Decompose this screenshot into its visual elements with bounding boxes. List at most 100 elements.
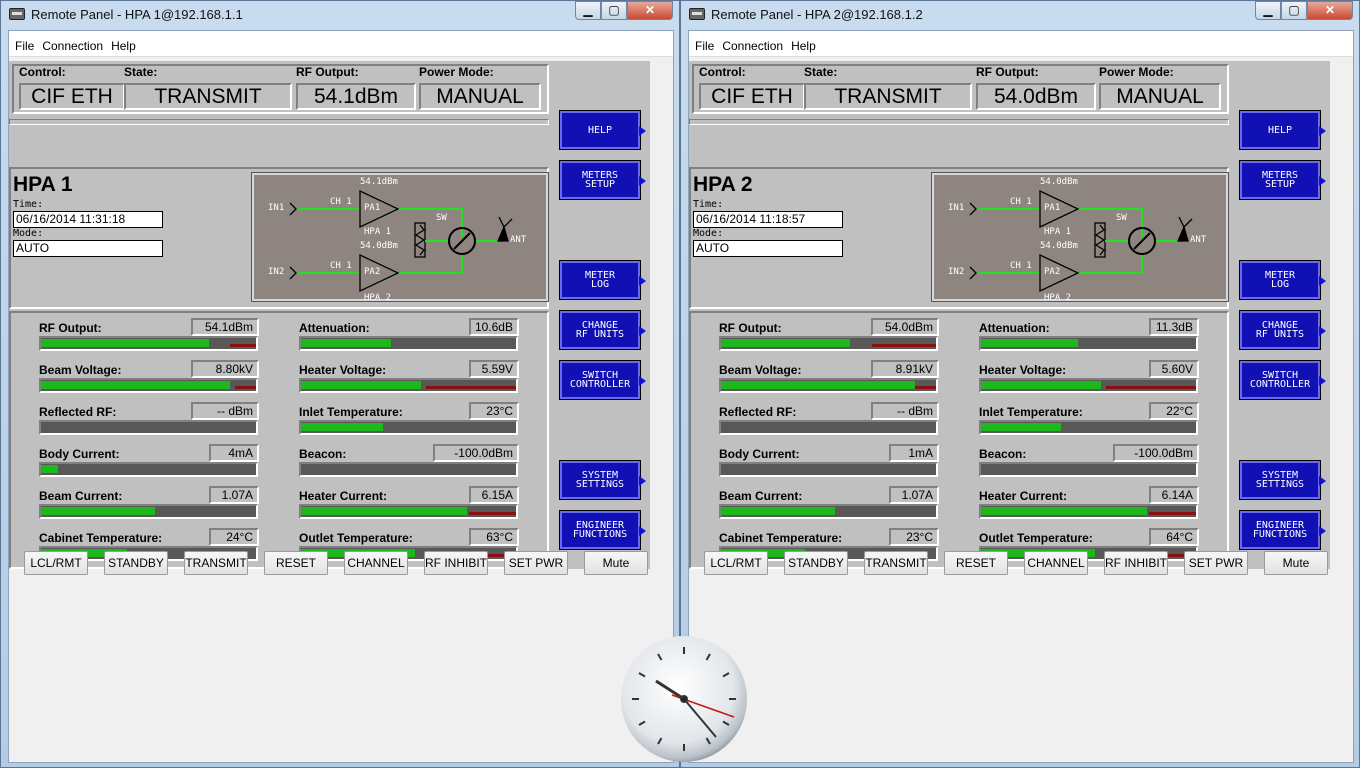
switch-controller-button[interactable]: SWITCH CONTROLLER: [559, 360, 646, 400]
meter-bar-fill: [301, 507, 467, 515]
meter-label: Reflected RF:: [719, 405, 797, 419]
minimize-button[interactable]: ▁: [1255, 1, 1281, 20]
meter-bar: [299, 504, 518, 519]
diagram-label-ch2: CH 1: [1010, 261, 1032, 271]
meter-label: Heater Voltage:: [979, 363, 1067, 377]
header-label-2: RF Output:: [296, 65, 359, 79]
meter-bar-fill: [721, 381, 915, 389]
header-value-0: CIF ETH: [699, 83, 805, 110]
meter-bar-limit: [425, 386, 516, 389]
meter-log-button[interactable]: METER LOG: [1239, 260, 1326, 300]
signal-diagram: IN1 IN2 CH 1 CH 1 PA1 PA2 54.1dBm 54.0dBm HPA 1 H…: [251, 172, 549, 303]
rf-inhibit-button[interactable]: RF INHIBIT: [424, 551, 488, 575]
meters-setup-button[interactable]: METERS SETUP: [559, 160, 646, 200]
reset-button[interactable]: RESET: [944, 551, 1008, 575]
meter-bar: [719, 378, 938, 393]
desktop-clock-gadget[interactable]: [621, 636, 747, 762]
title-bar[interactable]: Remote Panel - HPA 2@192.168.1.2 ▁ ▢ ✕: [681, 1, 1359, 29]
diagram-label-in1: IN1: [948, 203, 965, 213]
window-title: Remote Panel - HPA 1@192.168.1.1: [31, 7, 243, 22]
change-rf-units-button[interactable]: CHANGE RF UNITS: [559, 310, 646, 350]
window-controls: ▁ ▢ ✕: [575, 1, 673, 21]
meter-bar-fill: [981, 507, 1147, 515]
meter-value: 1mA: [889, 444, 939, 462]
close-button[interactable]: ✕: [627, 1, 673, 20]
header-value-1: TRANSMIT: [124, 83, 292, 110]
rf-inhibit-button[interactable]: RF INHIBIT: [1104, 551, 1168, 575]
diagram-label-hpa1: HPA 1: [1044, 227, 1072, 237]
set-pwr-button[interactable]: SET PWR: [1184, 551, 1248, 575]
diagram-label-in2: IN2: [268, 267, 285, 277]
help-button[interactable]: HELP: [1239, 110, 1326, 150]
maximize-button[interactable]: ▢: [1281, 1, 1307, 20]
standby-button[interactable]: STANDBY: [104, 551, 168, 575]
diagram-label-pa2-power: 54.0dBm: [360, 241, 398, 251]
meter-bar: [299, 420, 518, 435]
system-settings-button[interactable]: SYSTEM SETTINGS: [1239, 460, 1326, 500]
meter-bar: [719, 462, 938, 477]
meter-bar: [719, 504, 938, 519]
meter-value: 10.6dB: [469, 318, 519, 336]
engineer-functions-button[interactable]: ENGINEER FUNCTIONS: [1239, 510, 1326, 550]
header-value-3: MANUAL: [1099, 83, 1221, 110]
diagram-label-in1: IN1: [268, 203, 285, 213]
mute-button[interactable]: Mute: [1264, 551, 1328, 575]
meter-label: Body Current:: [719, 447, 800, 461]
meter-label: Cabinet Temperature:: [39, 531, 163, 545]
meter-log-button[interactable]: METER LOG: [559, 260, 646, 300]
meter-label: Attenuation:: [979, 321, 1050, 335]
meter-value: -- dBm: [871, 402, 939, 420]
set-pwr-button[interactable]: SET PWR: [504, 551, 568, 575]
diagram-label-pa1: PA1: [1044, 203, 1061, 213]
header-label-0: Control:: [699, 65, 746, 79]
meter-bar-fill: [981, 339, 1078, 347]
meter-value: -- dBm: [191, 402, 259, 420]
meter-label: Attenuation:: [299, 321, 370, 335]
menu-connection[interactable]: Connection: [40, 31, 105, 53]
standby-button[interactable]: STANDBY: [784, 551, 848, 575]
menu-bar: File Connection Help: [9, 31, 673, 57]
reset-button[interactable]: RESET: [264, 551, 328, 575]
menu-file[interactable]: File: [693, 31, 716, 53]
meter-label: Heater Voltage:: [299, 363, 387, 377]
meter-label: Beacon:: [299, 447, 347, 461]
meter-value: 5.59V: [469, 360, 519, 378]
transmit-button[interactable]: TRANSMIT: [184, 551, 248, 575]
meter-value: 23°C: [469, 402, 519, 420]
title-bar[interactable]: Remote Panel - HPA 1@192.168.1.1 ▁ ▢ ✕: [1, 1, 679, 29]
meter-bar-fill: [41, 381, 231, 389]
time-label: Time:: [693, 199, 724, 210]
meter-label: Outlet Temperature:: [299, 531, 413, 545]
menu-help[interactable]: Help: [109, 31, 138, 53]
menu-file[interactable]: File: [13, 31, 36, 53]
mode-label: Mode:: [693, 228, 724, 239]
lcl-rmt-button[interactable]: LCL/RMT: [704, 551, 768, 575]
maximize-button[interactable]: ▢: [601, 1, 627, 20]
menu-help[interactable]: Help: [789, 31, 818, 53]
change-rf-units-button[interactable]: CHANGE RF UNITS: [1239, 310, 1326, 350]
header-value-0: CIF ETH: [19, 83, 125, 110]
meters-setup-button[interactable]: METERS SETUP: [1239, 160, 1326, 200]
meter-label: Beam Voltage:: [39, 363, 122, 377]
header-label-3: Power Mode:: [419, 65, 494, 79]
minimize-button[interactable]: ▁: [575, 1, 601, 20]
switch-controller-button[interactable]: SWITCH CONTROLLER: [1239, 360, 1326, 400]
close-button[interactable]: ✕: [1307, 1, 1353, 20]
meter-label: Beam Current:: [719, 489, 803, 503]
client-area: File Connection Help Control: CIF ETH State: T…: [688, 30, 1354, 763]
help-button[interactable]: HELP: [559, 110, 646, 150]
meter-value: -100.0dBm: [433, 444, 519, 462]
lcl-rmt-button[interactable]: LCL/RMT: [24, 551, 88, 575]
meter-label: Inlet Temperature:: [979, 405, 1083, 419]
transmit-button[interactable]: TRANSMIT: [864, 551, 928, 575]
engineer-functions-button[interactable]: ENGINEER FUNCTIONS: [559, 510, 646, 550]
menu-connection[interactable]: Connection: [720, 31, 785, 53]
channel-button[interactable]: CHANNEL: [1024, 551, 1088, 575]
diagram-label-sw: SW: [436, 213, 447, 223]
time-field: 06/16/2014 11:31:18: [13, 211, 163, 228]
menu-bar: File Connection Help: [689, 31, 1353, 57]
mute-button[interactable]: Mute: [584, 551, 648, 575]
channel-button[interactable]: CHANNEL: [344, 551, 408, 575]
system-settings-button[interactable]: SYSTEM SETTINGS: [559, 460, 646, 500]
meter-bar-limit: [914, 386, 936, 389]
